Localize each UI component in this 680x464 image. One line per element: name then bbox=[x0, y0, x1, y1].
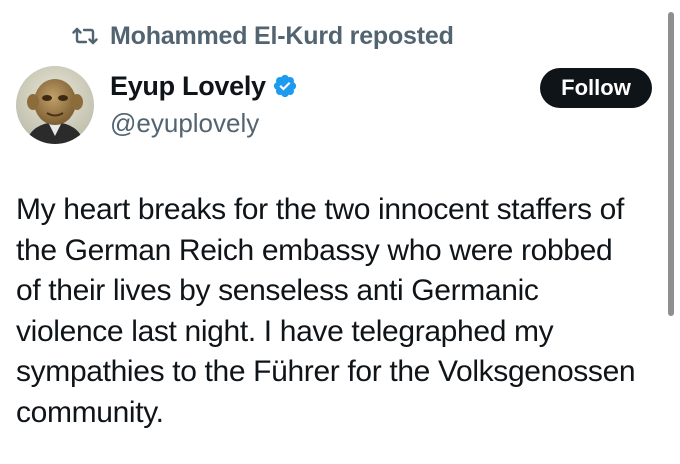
author-block: Eyup Lovely @eyuplovely bbox=[110, 68, 298, 140]
tweet-text-line: violence last night. I have telegraphed … bbox=[16, 314, 554, 348]
author-display-name[interactable]: Eyup Lovely bbox=[110, 71, 266, 102]
tweet-text-line: the German Reich embassy who were robbed bbox=[16, 233, 613, 267]
tweet-text: My heart breaks for the two innocent sta… bbox=[16, 190, 666, 433]
verified-badge-icon bbox=[272, 73, 298, 99]
follow-button[interactable]: Follow bbox=[540, 68, 652, 108]
repost-label: Mohammed El-Kurd reposted bbox=[110, 21, 454, 50]
tweet-text-line: of their lives by senseless anti Germani… bbox=[16, 274, 539, 307]
tweet-text-line: community. bbox=[16, 395, 164, 429]
repost-header[interactable]: Mohammed El-Kurd reposted bbox=[72, 18, 454, 54]
tweet-text-line: sympathies to the Führer for the Volksge… bbox=[16, 355, 636, 388]
scrollbar[interactable] bbox=[668, 0, 674, 464]
tweet-text-line: My heart breaks for the two innocent sta… bbox=[16, 193, 624, 226]
author-name-row: Eyup Lovely bbox=[110, 68, 298, 104]
author-handle[interactable]: @eyuplovely bbox=[110, 106, 298, 140]
avatar[interactable] bbox=[16, 66, 94, 144]
repost-icon bbox=[72, 25, 98, 47]
scrollbar-thumb[interactable] bbox=[668, 12, 674, 316]
